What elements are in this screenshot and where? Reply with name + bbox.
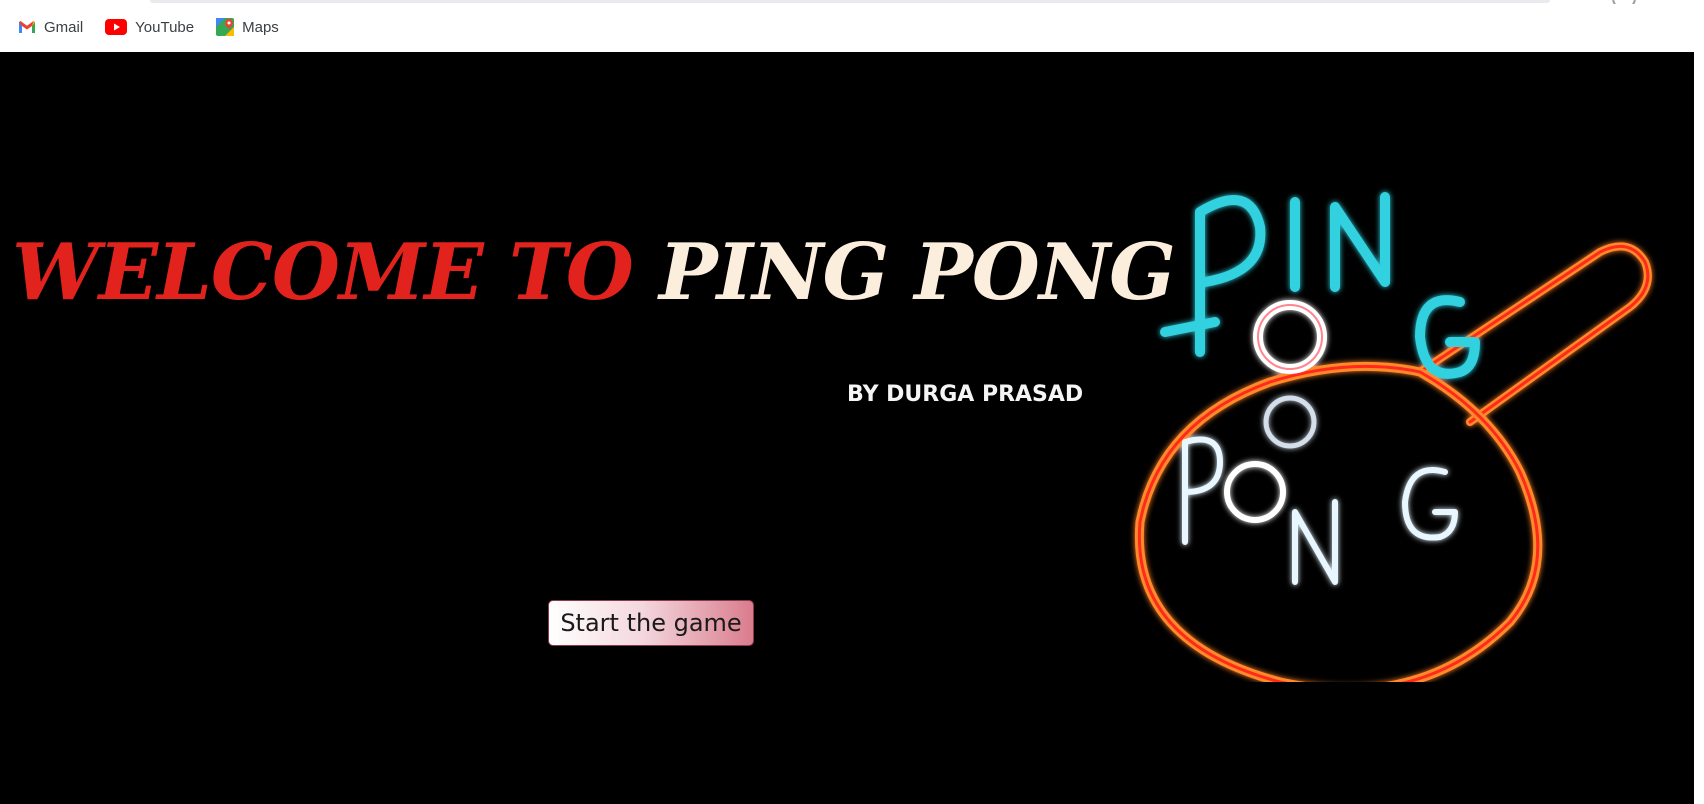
window-edge [1694,52,1704,804]
welcome-heading-cream: PING PONG [659,227,1176,318]
start-game-button[interactable]: Start the game [548,600,754,646]
bookmark-youtube[interactable]: YouTube [105,19,194,36]
author-byline: BY DURGA PRASAD [847,382,1084,407]
game-welcome-page: WELCOME TO PING PONG BY DURGA PRASAD Sta… [0,52,1694,804]
maps-icon [216,18,235,36]
bookmark-label: Gmail [44,18,84,36]
bookmark-label: Maps [242,18,279,36]
gmail-icon [19,21,35,33]
address-bar-edge [150,0,1550,3]
youtube-icon [105,19,128,35]
ping-pong-neon-logo-icon [1134,192,1652,682]
welcome-heading: WELCOME TO PING PONG [12,234,1176,312]
bookmark-gmail[interactable]: Gmail [18,19,83,36]
welcome-heading-red: WELCOME TO [12,227,634,318]
bookmark-maps[interactable]: Maps [216,18,279,36]
bookmark-label: YouTube [135,18,195,36]
bookmarks-bar: Gmail YouTube Maps [0,4,1704,50]
